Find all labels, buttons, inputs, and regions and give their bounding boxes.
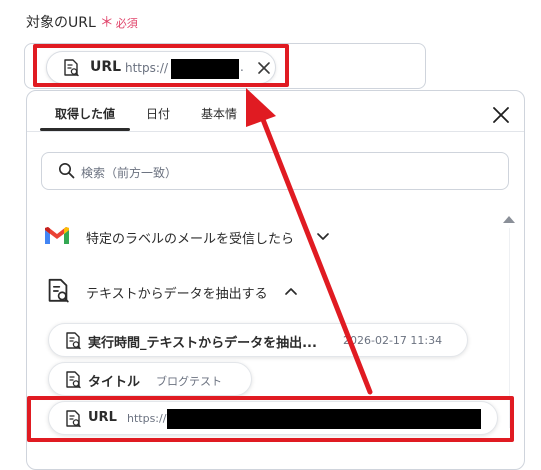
scroll-up-arrow-icon[interactable] xyxy=(501,213,517,225)
item-value: 2026-02-17 11:34 xyxy=(343,334,443,347)
highlight-box-input xyxy=(33,44,289,87)
item-label: 実行時間_テキストからデータを抽出... xyxy=(88,336,317,351)
document-search-icon xyxy=(66,371,81,389)
search-icon xyxy=(59,163,75,179)
item-value: ブログテスト xyxy=(156,375,222,388)
chevron-up-icon[interactable] xyxy=(284,285,298,297)
tab-date[interactable]: 日付 xyxy=(146,105,170,122)
required-mark: ＊ xyxy=(99,15,114,31)
highlight-box-url-item xyxy=(27,396,514,442)
list-item-execution-time[interactable]: 実行時間_テキストからデータを抽出... 2026-02-17 11:34 xyxy=(48,323,468,357)
item-label: タイトル xyxy=(88,375,141,390)
chevron-down-icon[interactable] xyxy=(316,231,330,243)
list-item-title[interactable]: タイトル ブログテスト xyxy=(48,362,252,396)
close-panel-icon[interactable] xyxy=(492,106,510,124)
tab-basic-info[interactable]: 基本情 xyxy=(201,105,237,122)
section-extract-text-label[interactable]: テキストからデータを抽出する xyxy=(86,283,268,302)
gmail-icon xyxy=(45,227,69,244)
tab-divider xyxy=(27,131,524,132)
field-label: 対象のURL ＊必須 xyxy=(26,12,138,32)
section-gmail-trigger-label[interactable]: 特定のラベルのメールを受信したら xyxy=(86,228,294,247)
required-text: 必須 xyxy=(115,17,138,30)
tab-retrieved-values[interactable]: 取得した値 xyxy=(55,105,115,122)
document-search-icon xyxy=(66,332,81,350)
search-placeholder: 検索（前方一致） xyxy=(81,166,178,180)
field-label-text: 対象のURL xyxy=(26,15,96,31)
document-search-icon xyxy=(48,278,69,303)
